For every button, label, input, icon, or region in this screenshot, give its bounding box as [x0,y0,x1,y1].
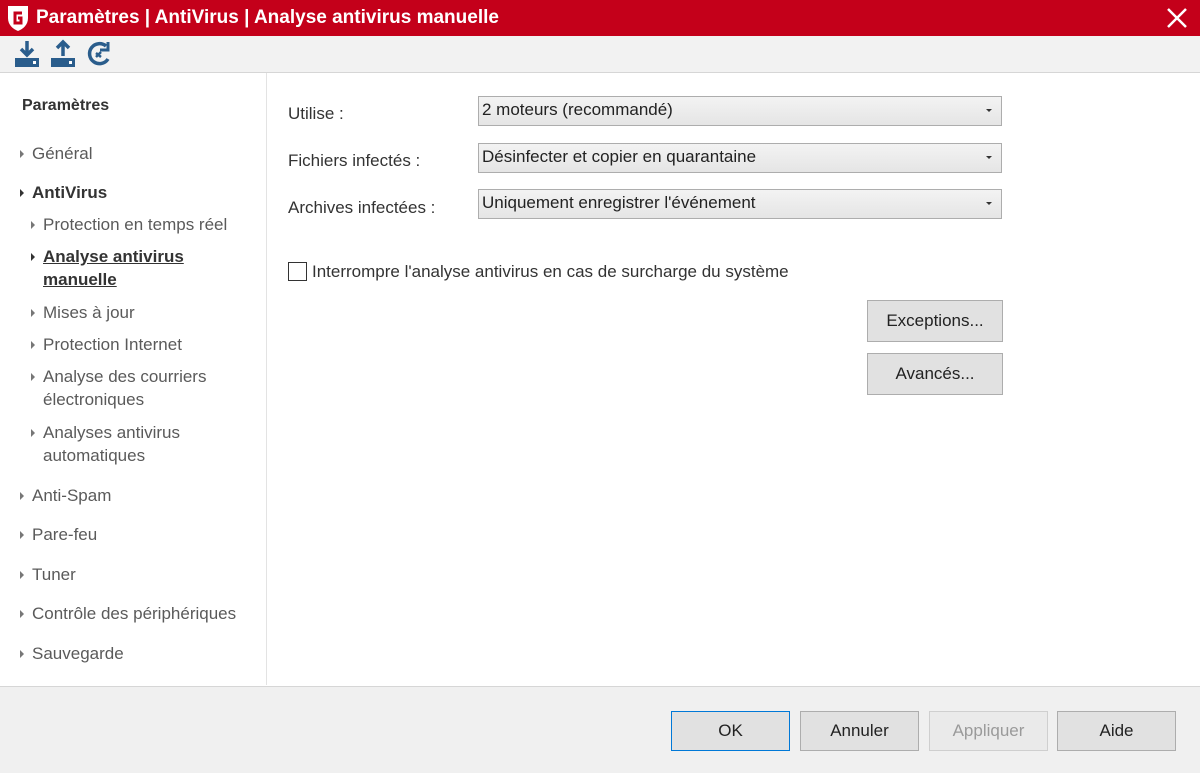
interrupt-scan-checkbox[interactable] [288,262,307,281]
window-title: Paramètres | AntiVirus | Analyse antivir… [36,7,499,28]
chevron-right-icon [31,341,35,349]
reset-settings-icon[interactable] [84,39,114,69]
engines-select-value: 2 moteurs (recommandé) [482,100,673,119]
chevron-down-icon [986,109,992,112]
sidebar-item-internet-protection[interactable]: Protection Internet [31,333,182,356]
chevron-right-icon [31,429,35,437]
sidebar-item-backup[interactable]: Sauvegarde [20,642,124,665]
chevron-right-icon [20,189,24,197]
chevron-down-icon [986,202,992,205]
sidebar-item-manual-scan[interactable]: Analyse antivirus manuelle [31,245,203,291]
exceptions-button[interactable]: Exceptions... [867,300,1003,342]
chevron-right-icon [20,150,24,158]
sidebar-item-tuner[interactable]: Tuner [20,563,76,586]
ok-button[interactable]: OK [671,711,790,751]
engines-label: Utilise : [288,104,344,123]
help-button[interactable]: Aide [1057,711,1176,751]
chevron-right-icon [31,373,35,381]
sidebar-item-realtime-protection[interactable]: Protection en temps réel [31,213,227,236]
dialog-footer: OK Annuler Appliquer Aide [0,686,1200,773]
infected-files-select[interactable]: Désinfecter et copier en quarantaine [478,143,1002,173]
sidebar-heading: Paramètres [22,97,110,114]
chevron-right-icon [20,610,24,618]
infected-files-select-value: Désinfecter et copier en quarantaine [482,147,757,166]
apply-button[interactable]: Appliquer [929,711,1048,751]
title-bar: Paramètres | AntiVirus | Analyse antivir… [0,0,1200,36]
cancel-button[interactable]: Annuler [800,711,919,751]
close-icon[interactable] [1162,3,1192,33]
chevron-down-icon [986,156,992,159]
toolbar [0,36,1200,73]
sidebar-item-email-scan[interactable]: Analyse des courriers électroniques [31,365,233,411]
interrupt-scan-label[interactable]: Interrompre l'analyse antivirus en cas d… [312,262,789,282]
import-settings-icon[interactable] [12,39,42,69]
advanced-button[interactable]: Avancés... [867,353,1003,395]
chevron-right-icon [20,650,24,658]
infected-archives-select[interactable]: Uniquement enregistrer l'événement [478,189,1002,219]
g-data-logo-icon [8,6,28,31]
infected-archives-select-value: Uniquement enregistrer l'événement [482,193,756,212]
sidebar-item-anti-spam[interactable]: Anti-Spam [20,484,111,507]
sidebar-item-automatic-scans[interactable]: Analyses antivirus automatiques [31,421,203,467]
sidebar-item-general[interactable]: Général [20,142,92,165]
export-settings-icon[interactable] [48,39,78,69]
infected-files-label: Fichiers infectés : [288,151,421,170]
chevron-right-icon [31,253,35,261]
chevron-right-icon [31,309,35,317]
chevron-right-icon [31,221,35,229]
sidebar-item-firewall[interactable]: Pare-feu [20,523,97,546]
chevron-right-icon [20,492,24,500]
sidebar-item-device-control[interactable]: Contrôle des périphériques [20,602,236,625]
chevron-right-icon [20,571,24,579]
infected-archives-label: Archives infectées : [288,198,436,217]
chevron-right-icon [20,531,24,539]
engines-select[interactable]: 2 moteurs (recommandé) [478,96,1002,126]
sidebar-item-antivirus[interactable]: AntiVirus [20,181,107,204]
sidebar-item-updates[interactable]: Mises à jour [31,301,135,324]
